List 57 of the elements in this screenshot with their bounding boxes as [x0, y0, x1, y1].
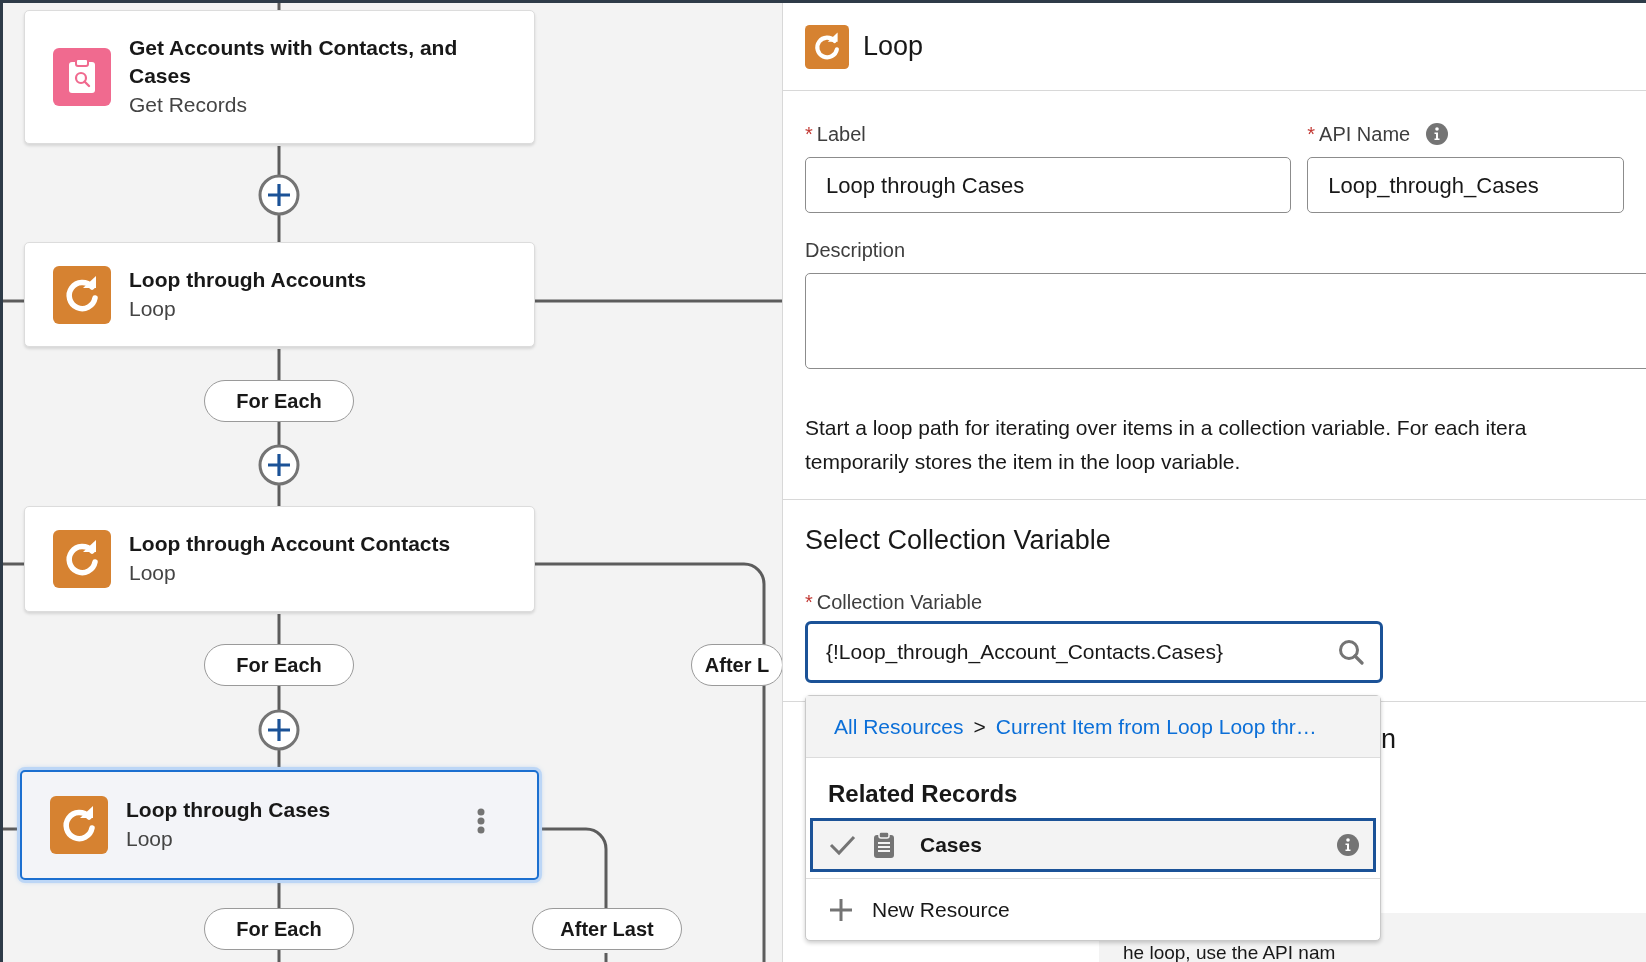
input-value: {!Loop_through_Account_Contacts.Cases}: [826, 638, 1223, 666]
node-type: Loop: [129, 560, 177, 586]
connector-line: [3, 299, 24, 303]
breadcrumb-link[interactable]: All Resources: [834, 710, 964, 743]
breadcrumb-link[interactable]: Current Item from Loop Loop thr…: [995, 710, 1317, 743]
section-heading: Select Collection Variable: [805, 524, 1112, 557]
loop-icon: [53, 530, 111, 588]
node-title: Get Accounts with Contacts, and Cases: [129, 35, 459, 89]
path-label[interactable]: For Each: [204, 380, 354, 422]
collection-variable-input[interactable]: {!Loop_through_Account_Contacts.Cases}: [805, 620, 1383, 683]
flow-node-card[interactable]: Get Accounts with Contacts, and Cases Get Records: [24, 10, 535, 144]
field-label: * Label: [805, 119, 866, 149]
node-type: Get Records: [129, 92, 248, 118]
description-textarea[interactable]: [805, 273, 1646, 369]
search-icon[interactable]: [1338, 638, 1364, 665]
path-label[interactable]: After Last: [532, 908, 682, 950]
clipboard-icon: [872, 831, 896, 859]
api-name-input[interactable]: Loop_through_Cases: [1307, 157, 1624, 213]
help-text: Start a loop path for iterating over items in a collection variable. For each itera temporarily stores the item in the loop variable.: [805, 415, 1528, 475]
section-heading: n: [1381, 723, 1397, 756]
item-label: New Resource: [872, 896, 1010, 923]
new-resource-item[interactable]: New Resource: [806, 878, 1380, 940]
loop-icon: [805, 24, 849, 69]
panel-title: Loop: [863, 30, 924, 64]
node-type: Loop: [129, 295, 177, 322]
node-type: Loop: [126, 826, 174, 852]
node-title: Loop through Account Contacts: [129, 531, 451, 557]
required-mark: *: [1307, 122, 1316, 147]
add-element-icon[interactable]: [258, 709, 300, 751]
group-heading: Related Records: [827, 779, 1019, 809]
option-label: Cases: [920, 832, 983, 859]
field-label: * API Name: [1307, 119, 1411, 149]
path-label[interactable]: For Each: [204, 908, 354, 950]
info-icon[interactable]: [1426, 123, 1449, 145]
path-label[interactable]: For Each: [204, 644, 354, 686]
add-element-icon[interactable]: [258, 174, 300, 216]
plus-icon: [828, 896, 854, 923]
flow-node-card[interactable]: Loop through Cases Loop: [20, 770, 539, 880]
required-mark: *: [805, 122, 813, 147]
loop-icon: [50, 796, 108, 854]
breadcrumb-separator: >: [973, 713, 986, 740]
flow-node-card[interactable]: Loop through Account Contacts Loop: [24, 506, 535, 612]
add-element-icon[interactable]: [258, 444, 300, 486]
field-label: Description: [805, 238, 906, 263]
kebab-menu-icon[interactable]: [477, 808, 485, 834]
node-title: Loop through Accounts: [129, 266, 367, 293]
node-title: Loop through Cases: [126, 797, 331, 823]
path-label[interactable]: After L: [691, 644, 782, 686]
info-icon[interactable]: [1337, 834, 1359, 856]
connector-line: [3, 562, 24, 566]
field-label: * Collection Variable: [805, 586, 983, 617]
flow-node-card[interactable]: Loop through Accounts Loop: [24, 242, 535, 347]
required-mark: *: [805, 589, 813, 615]
loop-icon: [53, 265, 111, 324]
label-input[interactable]: Loop through Cases: [805, 157, 1292, 213]
dropdown-option[interactable]: Cases: [810, 818, 1376, 872]
clipboard-search-icon: [53, 48, 111, 106]
